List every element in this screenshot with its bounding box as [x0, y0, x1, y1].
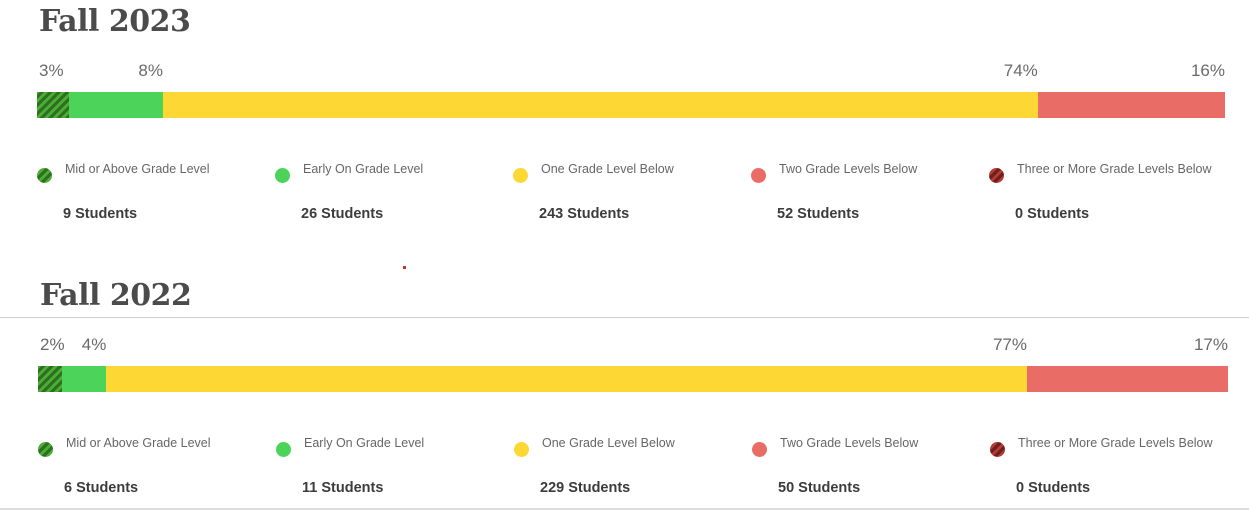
legend-item: Three or More Grade Levels Below 0 Studen… [989, 160, 1219, 230]
percent-label: 3% [39, 61, 64, 80]
legend-item: One Grade Level Below 243 Students [513, 160, 743, 230]
legend-label: Two Grade Levels Below [780, 436, 919, 450]
chart-title: Fall 2022 [40, 278, 192, 313]
percent-label: 77% [992, 335, 1027, 354]
legend-swatch-icon [37, 168, 52, 183]
bar-segment [1037, 92, 1225, 118]
bar-segment [162, 92, 1038, 118]
legend-item: Mid or Above Grade Level 9 Students [37, 160, 267, 230]
legend-swatch-icon [751, 168, 766, 183]
legend-count: 50 Students [778, 480, 861, 496]
legend-swatch-icon [275, 168, 290, 183]
legend-item: Two Grade Levels Below 52 Students [751, 160, 981, 230]
percent-label: 4% [81, 335, 107, 354]
chart-fall-2023: Fall 2023 3% 8% 74% 16% Mid or Above Grade … [37, 0, 1225, 240]
legend-swatch-icon [513, 168, 528, 183]
chart-title: Fall 2023 [39, 4, 191, 39]
legend-label: Two Grade Levels Below [779, 162, 918, 176]
legend-item: Two Grade Levels Below 50 Students [752, 434, 982, 504]
bar-segment [1026, 366, 1228, 392]
legend-label: Early On Grade Level [304, 436, 425, 450]
percent-label: 17% [1193, 335, 1228, 354]
legend-item: One Grade Level Below 229 Students [514, 434, 744, 504]
legend-count: 52 Students [777, 206, 860, 222]
legend-count: 11 Students [302, 480, 384, 496]
percent-label: 8% [138, 61, 163, 80]
legend-swatch-icon [276, 442, 291, 457]
legend-count: 243 Students [539, 206, 630, 222]
bar-segment [62, 366, 107, 392]
legend-swatch-icon [38, 442, 53, 457]
legend-count: 6 Students [64, 480, 139, 496]
legend-item: Three or More Grade Levels Below 0 Studen… [990, 434, 1220, 504]
legend-count: 26 Students [301, 206, 384, 222]
legend-item: Mid or Above Grade Level 6 Students [38, 434, 268, 504]
percent-label: 16% [1190, 61, 1225, 80]
legend-label: Three or More Grade Levels Below [1018, 436, 1213, 450]
percent-label: 2% [40, 335, 65, 354]
legend-count: 0 Students [1016, 480, 1091, 496]
legend-label: Mid or Above Grade Level [66, 436, 211, 450]
legend: Mid or Above Grade Level 9 Students Early … [37, 160, 1225, 230]
legend-label: Three or More Grade Levels Below [1017, 162, 1212, 176]
legend-item: Early On Grade Level 11 Students [276, 434, 506, 504]
legend-count: 9 Students [63, 206, 138, 222]
stray-mark [403, 266, 406, 269]
legend-label: One Grade Level Below [542, 436, 675, 450]
legend-label: Mid or Above Grade Level [65, 162, 210, 176]
chart-fall-2022: Fall 2022 2% 4% 77% 17% Mid or Above Grade … [38, 274, 1228, 510]
stacked-bar [37, 92, 1225, 118]
legend-label: Early On Grade Level [303, 162, 424, 176]
legend: Mid or Above Grade Level 6 Students Early … [38, 434, 1228, 504]
legend-swatch-icon [989, 168, 1004, 183]
legend-swatch-icon [514, 442, 529, 457]
bar-segment [37, 92, 70, 118]
bar-segment [69, 92, 163, 118]
bar-segment [106, 366, 1027, 392]
stacked-bar [38, 366, 1228, 392]
legend-count: 0 Students [1015, 206, 1090, 222]
legend-item: Early On Grade Level 26 Students [275, 160, 505, 230]
percent-label: 74% [1003, 61, 1038, 80]
legend-count: 229 Students [540, 480, 631, 496]
legend-swatch-icon [990, 442, 1005, 457]
legend-label: One Grade Level Below [541, 162, 674, 176]
bar-segment [38, 366, 63, 392]
legend-swatch-icon [752, 442, 767, 457]
